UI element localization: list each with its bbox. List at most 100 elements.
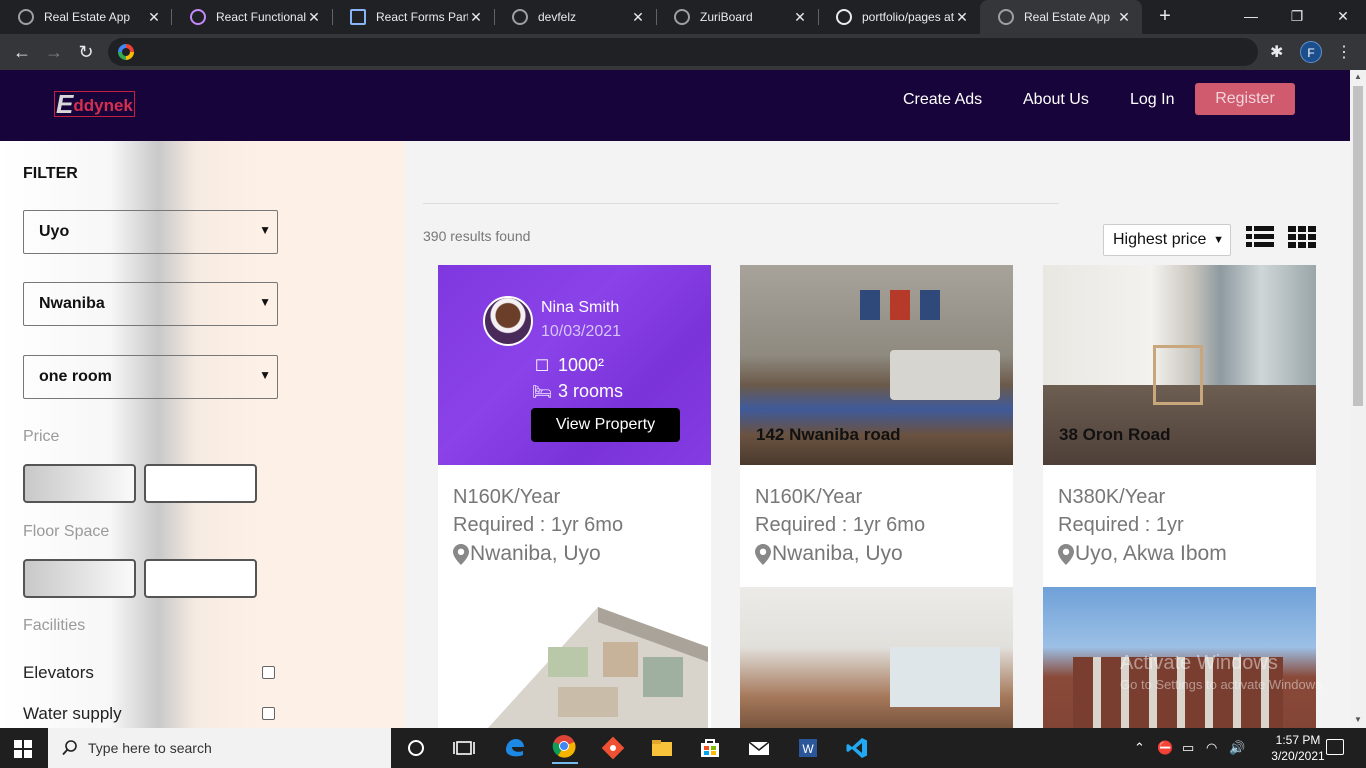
reload-icon[interactable]: ↻ [74,40,98,64]
show-hidden-icons[interactable]: ⌃ [1134,740,1145,756]
clock-time: 1:57 PM [1275,733,1321,747]
facilities-label: Facilities [23,617,86,634]
close-icon[interactable]: ✕ [792,9,808,26]
browser-tab[interactable]: React Forms Part 1 ✕ [332,0,494,34]
browser-tab[interactable]: portfolio/pages at ✕ [818,0,980,34]
edge-icon[interactable] [503,736,527,760]
nav-create-ads[interactable]: Create Ads [903,90,982,110]
restore-icon[interactable]: ❐ [1274,0,1320,34]
new-tab-icon[interactable]: + [1154,5,1176,27]
chrome-taskbar-item[interactable] [552,734,578,764]
floor-area: ☐ 1000² [531,355,604,376]
scroll-down-icon[interactable]: ▼ [1354,715,1362,724]
menu-icon[interactable]: ⋮ [1336,42,1352,62]
logo-initial: E [56,89,74,119]
card-price: N380K/Year [1058,486,1166,508]
cortana-icon[interactable] [404,736,428,760]
property-card[interactable]: 38 Oron Road N380K/Year Required : 1yr U… [1043,265,1316,587]
browser-tab-active[interactable]: Real Estate App ✕ [980,0,1142,34]
clock-date: 3/20/2021 [1271,749,1325,763]
property-card[interactable] [740,587,1013,728]
facility-water-checkbox[interactable] [262,707,275,720]
area-value: Nwaniba [39,295,105,312]
page-scrollbar[interactable]: ▲ ▼ [1350,70,1366,728]
globe-icon [998,9,1014,25]
grid-view-icon[interactable] [1288,225,1316,249]
floor-min-input[interactable] [23,559,136,598]
browser-tab[interactable]: ZuriBoard ✕ [656,0,818,34]
close-icon[interactable]: ✕ [306,9,322,26]
property-card[interactable] [438,587,711,728]
close-icon[interactable]: ✕ [630,9,646,26]
nav-log-in[interactable]: Log In [1130,90,1174,110]
wifi-icon[interactable]: ◠ [1206,740,1217,756]
git-icon[interactable] [601,736,625,760]
system-clock[interactable]: 1:57 PM 3/20/2021 [1263,732,1333,764]
price-label: Price [23,428,60,445]
nav-about-us[interactable]: About Us [1023,90,1089,110]
word-icon[interactable]: W [796,736,820,760]
site-logo[interactable]: Eddynek [54,91,135,117]
tab-label: Real Estate App [1024,10,1111,24]
svg-text:W: W [802,742,814,756]
taskbar-search[interactable]: Type here to search [48,728,391,768]
window-close-icon[interactable]: ✕ [1320,0,1366,34]
close-icon[interactable]: ✕ [954,9,970,26]
wall-art [890,290,910,320]
facility-elevators-checkbox[interactable] [262,666,275,679]
view-property-button[interactable]: View Property [531,408,680,442]
react-icon [190,9,206,25]
forward-icon[interactable]: → [42,40,66,64]
window [890,647,1000,707]
price-max-input[interactable] [144,464,257,503]
chevron-down-icon: ▼ [259,368,271,382]
browser-tab[interactable]: devfelz ✕ [494,0,656,34]
floor-max-input[interactable] [144,559,257,598]
scroll-up-icon[interactable]: ▲ [1354,72,1362,81]
close-icon[interactable]: ✕ [1116,9,1132,26]
wall-art [920,290,940,320]
sort-value: Highest price [1113,231,1207,248]
profile-avatar[interactable]: F [1300,41,1322,63]
notification-center-icon[interactable] [1326,739,1344,755]
address-bar[interactable] [108,38,1258,66]
floorplan-image [488,607,708,728]
city-select[interactable]: Uyo ▼ [23,210,278,254]
register-button[interactable]: Register [1195,83,1295,115]
scrollbar-thumb[interactable] [1353,86,1363,406]
minimize-icon[interactable]: — [1228,0,1274,34]
filter-title: FILTER [23,165,78,182]
windows-start-icon[interactable] [14,740,32,758]
area-select[interactable]: Nwaniba ▼ [23,282,278,326]
property-card[interactable]: 142 Nwaniba road N160K/Year Required : 1… [740,265,1013,587]
floor-space-label: Floor Space [23,523,110,540]
rooms-select[interactable]: one room ▼ [23,355,278,399]
facility-elevators-label: Elevators [23,663,94,682]
tab-label: React Forms Part 1 [376,10,468,24]
task-view-icon[interactable] [452,736,476,760]
close-icon[interactable]: ✕ [468,9,484,26]
list-view-icon[interactable] [1246,225,1274,249]
dev-icon [350,9,366,25]
vscode-icon[interactable] [845,736,869,760]
extensions-icon[interactable]: ✱ [1270,42,1283,62]
mail-icon[interactable] [747,736,771,760]
store-icon[interactable] [698,736,722,760]
browser-tab[interactable]: Real Estate App ✕ [0,0,172,34]
network-status-icon[interactable]: ⛔ [1157,740,1173,756]
tab-label: React Functional C [216,10,306,24]
price-min-input[interactable] [23,464,136,503]
sort-select[interactable]: Highest price ▼ [1103,224,1231,256]
card-location: Nwaniba, Uyo [453,542,601,566]
close-icon[interactable]: ✕ [146,9,162,26]
browser-tab[interactable]: React Functional C ✕ [172,0,332,34]
floor-area-value: 1000² [558,355,605,375]
search-placeholder: Type here to search [88,740,212,756]
battery-icon[interactable]: ▭ [1182,740,1194,756]
back-icon[interactable]: ← [10,40,34,64]
logo-text: ddynek [73,96,133,115]
chevron-down-icon: ▼ [1213,234,1224,246]
volume-icon[interactable]: 🔊 [1229,740,1245,756]
property-card[interactable]: Nina Smith 10/03/2021 ☐ 1000² 🛏 3 rooms … [438,265,711,587]
file-explorer-icon[interactable] [650,736,674,760]
